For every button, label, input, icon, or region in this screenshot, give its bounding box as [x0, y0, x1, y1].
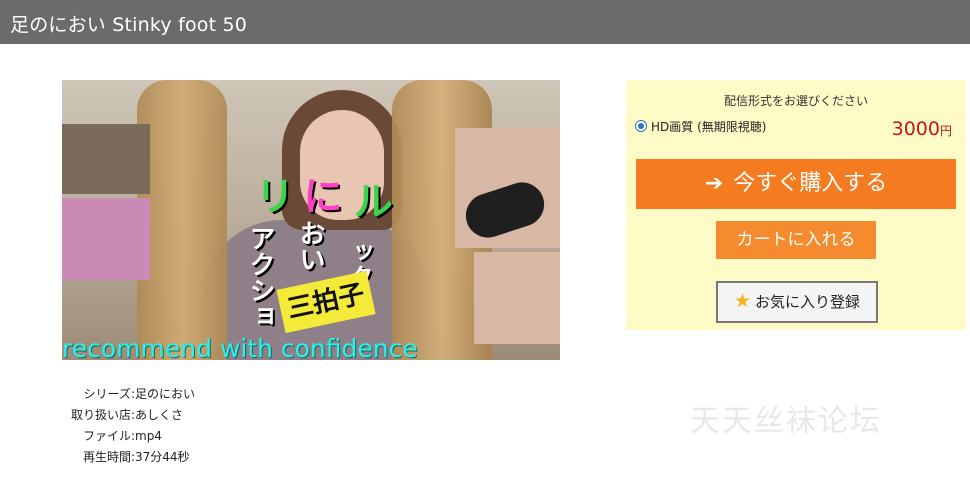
info-label: シリーズ:: [83, 387, 135, 401]
add-to-favorites-button[interactable]: ★ お気に入り登録: [716, 281, 878, 323]
purchase-panel: 配信形式をお選びください HD画質 (無期限視聴) 3000円 ➔ 今すぐ購入する…: [626, 80, 966, 330]
thumbnail-inset-bottom-right: [474, 252, 560, 344]
info-row-file: ファイル:mp4: [62, 426, 362, 447]
price-currency: 円: [939, 124, 952, 138]
thumbnail-caption: recommend with confidence: [62, 334, 418, 360]
watermark: 天天丝袜论坛: [690, 404, 882, 439]
thumbnail-overlay-text: ル: [346, 180, 392, 220]
thumbnail-overlay-text: おい: [295, 220, 325, 272]
series-link[interactable]: 足のにおい: [135, 387, 195, 401]
add-to-cart-button[interactable]: カートに入れる: [716, 221, 876, 259]
price-amount: 3000: [891, 118, 940, 140]
delivery-format-heading: 配信形式をお選びください: [723, 94, 868, 108]
info-label: ファイル:: [82, 429, 135, 443]
thumbnail-stocking-left: [137, 80, 227, 360]
star-icon: ★: [733, 290, 752, 312]
page-title: 足のにおい Stinky foot 50: [10, 14, 248, 36]
arrow-right-icon: ➔: [704, 171, 724, 196]
title-bar: 足のにおい Stinky foot 50: [0, 0, 970, 44]
price: 3000円: [892, 118, 952, 140]
favorites-label: お気に入り登録: [755, 293, 861, 311]
thumbnail-inset-top-left: [62, 124, 150, 194]
buy-now-label: 今すぐ購入する: [733, 171, 888, 196]
info-row-series: シリーズ:足のにおい: [62, 384, 362, 405]
product-thumbnail[interactable]: リ に ル アクショ おい ックス 三拍子 recommend with con…: [62, 80, 560, 360]
thumbnail-overlay-text: アクショ: [245, 225, 275, 329]
hd-option-radio[interactable]: [635, 120, 647, 132]
info-row-duration: 再生時間:37分44秒: [62, 447, 362, 468]
info-label: 取り扱い店:: [70, 408, 135, 422]
product-info-list: シリーズ:足のにおい 取り扱い店:あしくさ ファイル:mp4 再生時間:37分4…: [62, 384, 362, 468]
duration-value: 37分44秒: [135, 450, 190, 464]
buy-now-button[interactable]: ➔ 今すぐ購入する: [636, 159, 956, 209]
thumbnail-inset-middle-left: [62, 198, 150, 280]
hd-option-label[interactable]: HD画質 (無期限視聴): [651, 118, 766, 135]
thumbnail-shoe: [460, 176, 550, 244]
file-type-value: mp4: [135, 429, 162, 443]
info-label: 再生時間:: [82, 450, 135, 464]
thumbnail-inset-top-right: [455, 128, 560, 248]
info-row-shop: 取り扱い店:あしくさ: [62, 405, 362, 426]
shop-link[interactable]: あしくさ: [135, 408, 183, 422]
